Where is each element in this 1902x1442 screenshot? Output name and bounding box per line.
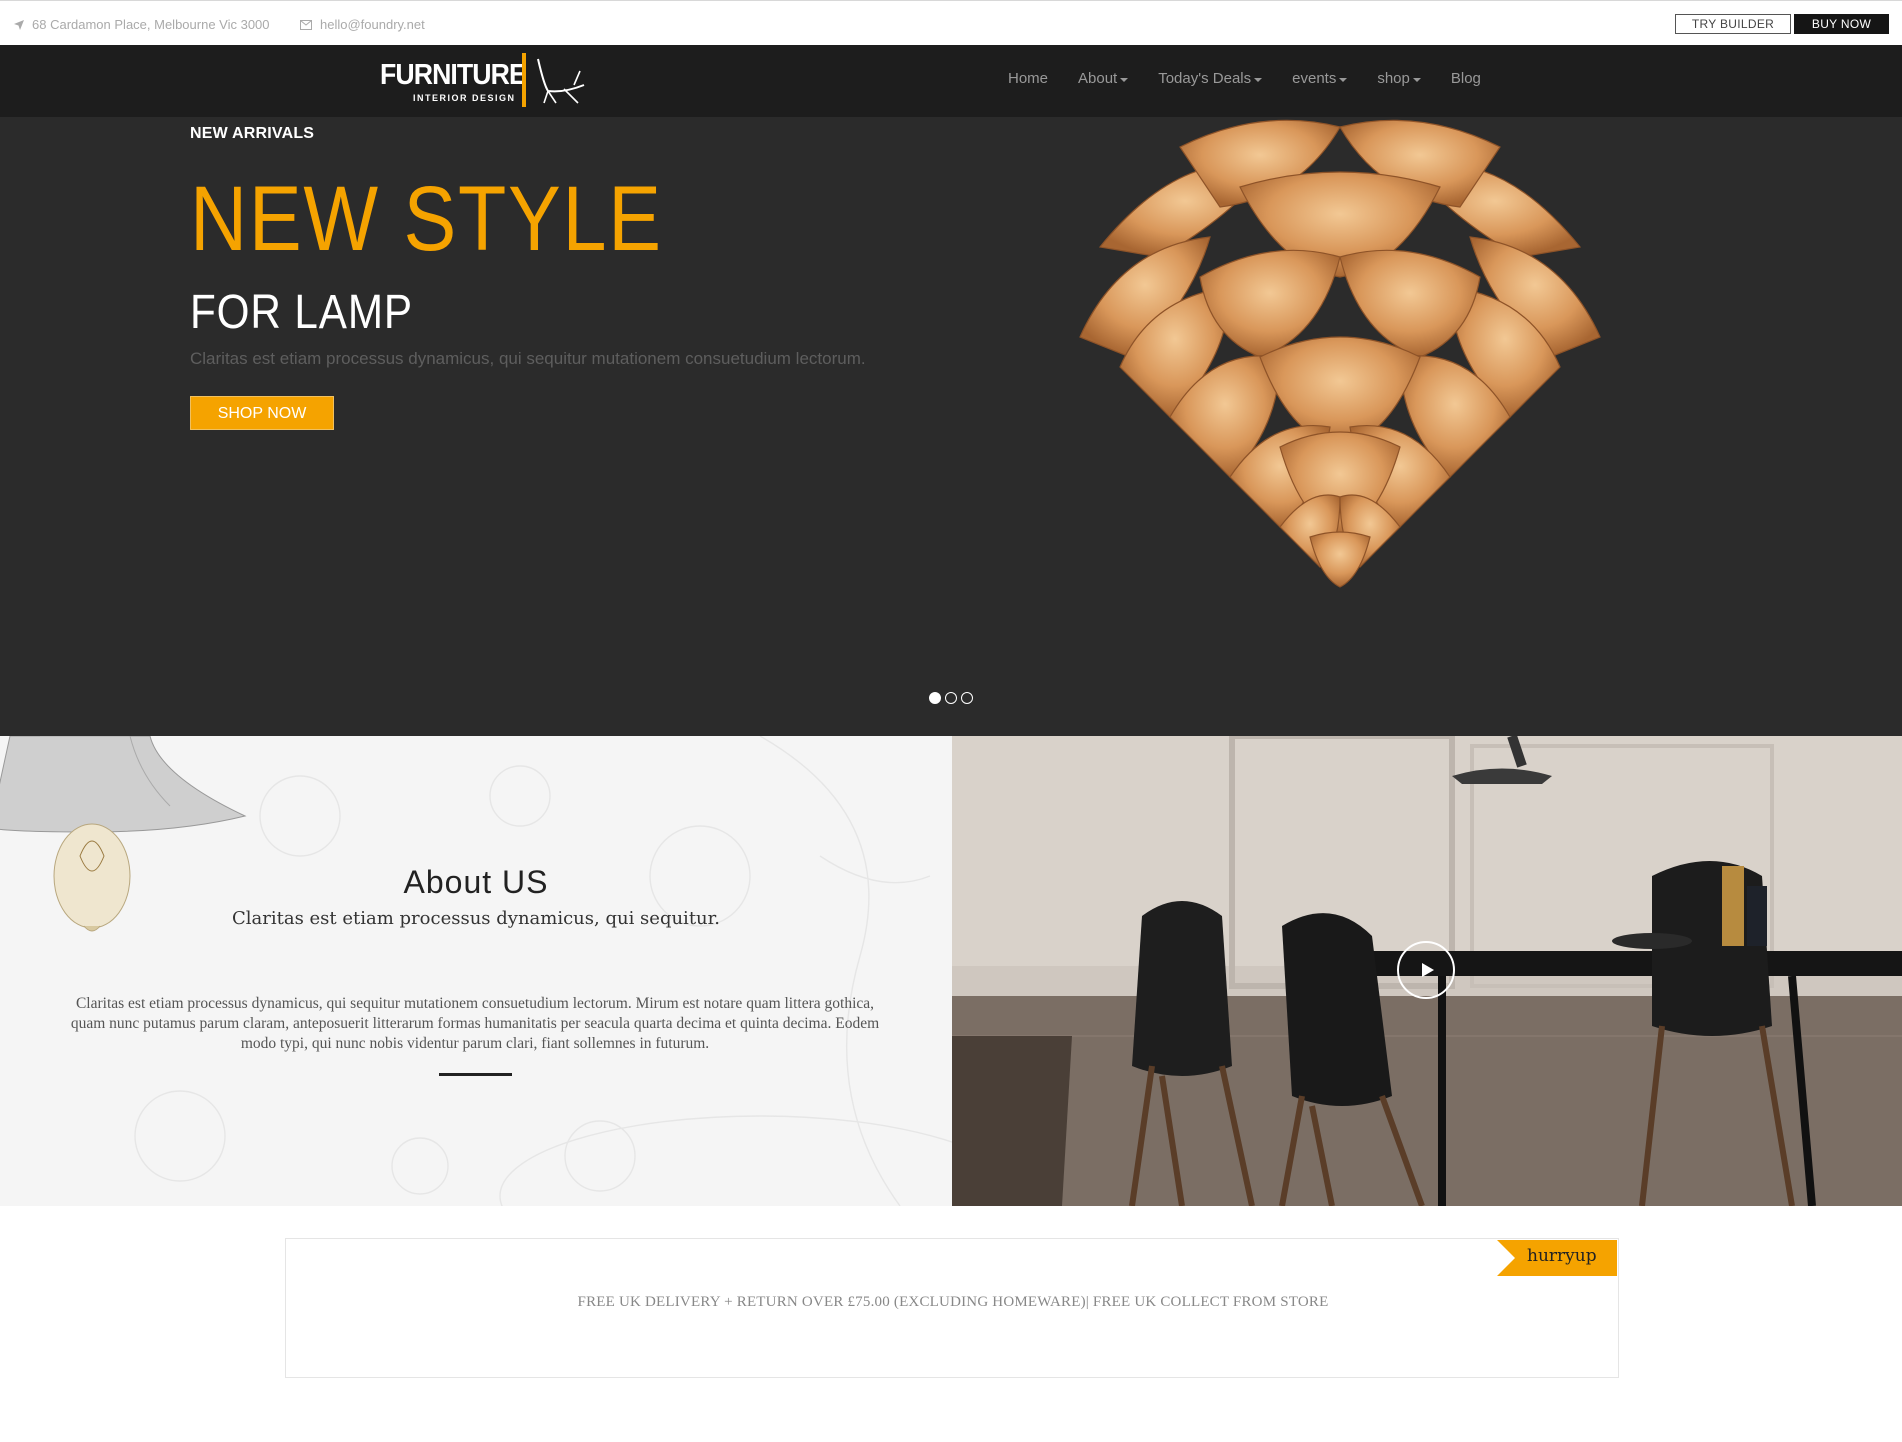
nav-item-about[interactable]: About xyxy=(1078,70,1129,87)
address-text: 68 Cardamon Place, Melbourne Vic 3000 xyxy=(32,17,270,32)
ribbon-label: hurryup xyxy=(1527,1246,1597,1266)
hero-description: Claritas est etiam processus dynamicus, … xyxy=(190,349,866,368)
nav-item-label: Blog xyxy=(1450,70,1481,87)
nav-item-label: events xyxy=(1292,70,1337,87)
nav-item-label: Today's Deals xyxy=(1158,70,1252,87)
buy-now-button[interactable]: BUY NOW xyxy=(1794,14,1889,34)
email-text[interactable]: hello@foundry.net xyxy=(320,17,425,32)
hero-title: NEW STYLE xyxy=(190,168,663,270)
nav-item-events[interactable]: events xyxy=(1292,70,1348,87)
nav-menu: Home About Today's Deals events shop Blo… xyxy=(1008,70,1511,87)
nav-item-label: About xyxy=(1078,70,1118,87)
email[interactable]: hello@foundry.net xyxy=(300,17,425,32)
nav-item-shop[interactable]: shop xyxy=(1377,70,1421,87)
nav-item-label: shop xyxy=(1377,70,1410,87)
about-section: About US Claritas est etiam processus dy… xyxy=(0,736,952,1206)
slider-dot-1[interactable] xyxy=(929,692,941,704)
nav-item-blog[interactable]: Blog xyxy=(1451,70,1481,87)
caret-down-icon xyxy=(1120,77,1129,82)
nav-item-home[interactable]: Home xyxy=(1008,70,1048,87)
address: 68 Cardamon Place, Melbourne Vic 3000 xyxy=(14,17,270,32)
about-lead: Claritas est etiam processus dynamicus, … xyxy=(231,908,720,929)
logo-wordmark: FURNITURE xyxy=(380,59,527,91)
promo-banner: FREE UK DELIVERY + RETURN OVER £75.00 (E… xyxy=(285,1238,1619,1378)
slider-dot-3[interactable] xyxy=(961,692,973,704)
top-bar: 68 Cardamon Place, Melbourne Vic 3000 he… xyxy=(0,0,1902,45)
logo-tagline: INTERIOR DESIGN xyxy=(413,93,516,103)
caret-down-icon xyxy=(1412,77,1421,82)
caret-down-icon xyxy=(1254,77,1263,82)
location-arrow-icon xyxy=(14,19,24,30)
slider-dot-2[interactable] xyxy=(945,692,957,704)
logo-divider xyxy=(522,53,526,107)
caret-down-icon xyxy=(1339,77,1348,82)
nav-item-todays-deals[interactable]: Today's Deals xyxy=(1158,70,1263,87)
try-builder-button[interactable]: TRY BUILDER xyxy=(1675,14,1791,34)
logo[interactable]: FURNITURE INTERIOR DESIGN xyxy=(380,53,590,109)
shop-now-button[interactable]: SHOP NOW xyxy=(190,396,334,430)
chair-logo-icon xyxy=(537,58,585,104)
hanging-bulb-lamp-image xyxy=(0,736,247,932)
slider-pagination xyxy=(929,692,973,704)
about-body: Claritas est etiam processus dynamicus, … xyxy=(70,995,880,1052)
hero-subtitle: FOR LAMP xyxy=(190,286,413,339)
play-icon xyxy=(1422,963,1434,977)
envelope-icon xyxy=(300,19,312,30)
hurryup-ribbon: hurryup xyxy=(1497,1240,1617,1276)
main-nav: FURNITURE INTERIOR DESIGN Home About Tod… xyxy=(0,45,1902,117)
play-button[interactable] xyxy=(1397,941,1455,999)
about-heading: About US xyxy=(403,864,549,900)
nav-item-label: Home xyxy=(1008,70,1049,87)
about-divider xyxy=(439,1073,512,1076)
promo-text: FREE UK DELIVERY + RETURN OVER £75.00 (E… xyxy=(577,1294,1329,1310)
wooden-pendant-lamp-image xyxy=(1079,119,1601,588)
hero-eyebrow: NEW ARRIVALS xyxy=(190,125,315,142)
hero-slider: NEW ARRIVALS NEW STYLE FOR LAMP Claritas… xyxy=(0,117,1902,736)
